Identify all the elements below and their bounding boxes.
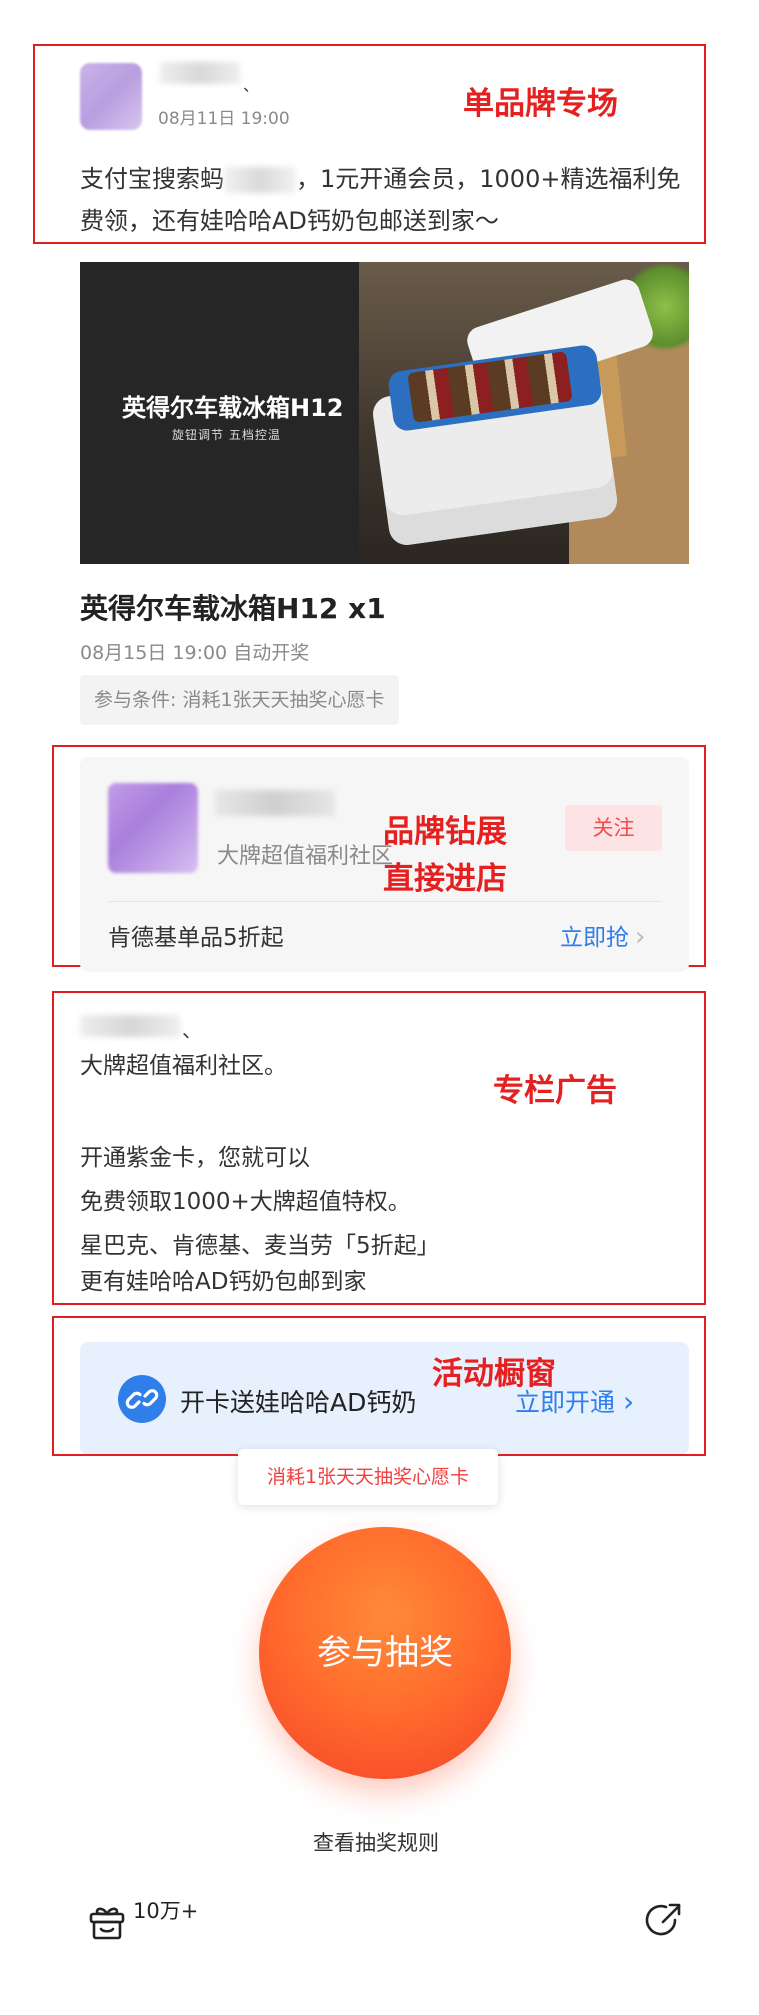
participant-count: 10万+	[133, 1899, 199, 1923]
annotation-label-brand-line1: 品牌钻展	[383, 814, 507, 850]
lottery-rules-link[interactable]: 查看抽奖规则	[313, 1827, 439, 1857]
product-image[interactable]: 英得尔车载冰箱H12 旋钮调节 五档控温	[80, 262, 689, 564]
image-subtitle: 旋钮调节 五档控温	[172, 428, 281, 442]
annotation-label-single-brand: 单品牌专场	[463, 86, 618, 122]
annotation-label-brand-line2: 直接进店	[383, 861, 507, 897]
chevron-right-icon: ›	[635, 922, 646, 952]
author-tail-mark: 、	[182, 1018, 202, 1042]
gift-icon[interactable]	[85, 1900, 129, 1944]
join-lottery-button[interactable]: 参与抽奖	[259, 1527, 511, 1779]
post-text-part1: 支付宝搜索蚂	[80, 165, 224, 193]
grab-now-label: 立即抢	[560, 925, 629, 951]
chevron-right-icon: ›	[623, 1385, 635, 1418]
avatar-blurred	[80, 63, 142, 130]
card-divider	[108, 901, 662, 902]
name-tail-mark: 、	[243, 76, 260, 95]
brand-promo-text: 肯德基单品5折起	[108, 925, 284, 951]
column-line-5: 更有娃哈哈AD钙奶包邮到家	[80, 1269, 367, 1295]
brand-subtitle: 大牌超值福利社区	[217, 844, 394, 869]
column-line-2: 开通紫金卡，您就可以	[80, 1145, 310, 1171]
image-title: 英得尔车载冰箱H12	[122, 394, 344, 422]
product-title: 英得尔车载冰箱H12 x1	[80, 592, 386, 625]
post-text: 支付宝搜索蚂 ，1元开通会员，1000+精选福利免费领，还有娃哈哈AD钙奶包邮送到…	[80, 158, 690, 242]
activity-text: 开卡送娃哈哈AD钙奶	[180, 1388, 417, 1417]
brand-name-blurred	[215, 790, 335, 816]
consume-tip: 消耗1张天天抽奖心愿卡	[238, 1449, 498, 1505]
follow-button[interactable]: 关注	[565, 805, 662, 851]
condition-tag: 参与条件: 消耗1张天天抽奖心愿卡	[80, 675, 399, 725]
annotation-label-column-ad: 专栏广告	[493, 1073, 617, 1109]
brand-avatar-blurred[interactable]	[108, 783, 198, 873]
share-icon[interactable]	[642, 1898, 686, 1942]
post-date: 08月11日 19:00	[158, 109, 290, 129]
annotation-label-activity-window: 活动橱窗	[432, 1356, 556, 1392]
column-line-3: 免费领取1000+大牌超值特权。	[80, 1189, 411, 1215]
grab-now-link[interactable]: 立即抢 ›	[560, 918, 645, 952]
draw-time: 08月15日 19:00 自动开奖	[80, 642, 310, 664]
blurred-keyword	[224, 167, 296, 193]
username-blurred	[160, 62, 240, 84]
column-line-1: 大牌超值福利社区。	[80, 1053, 287, 1079]
link-icon	[118, 1375, 166, 1423]
column-author-blurred	[80, 1015, 180, 1037]
column-line-4: 星巴克、肯德基、麦当劳「5折起」	[80, 1233, 440, 1259]
